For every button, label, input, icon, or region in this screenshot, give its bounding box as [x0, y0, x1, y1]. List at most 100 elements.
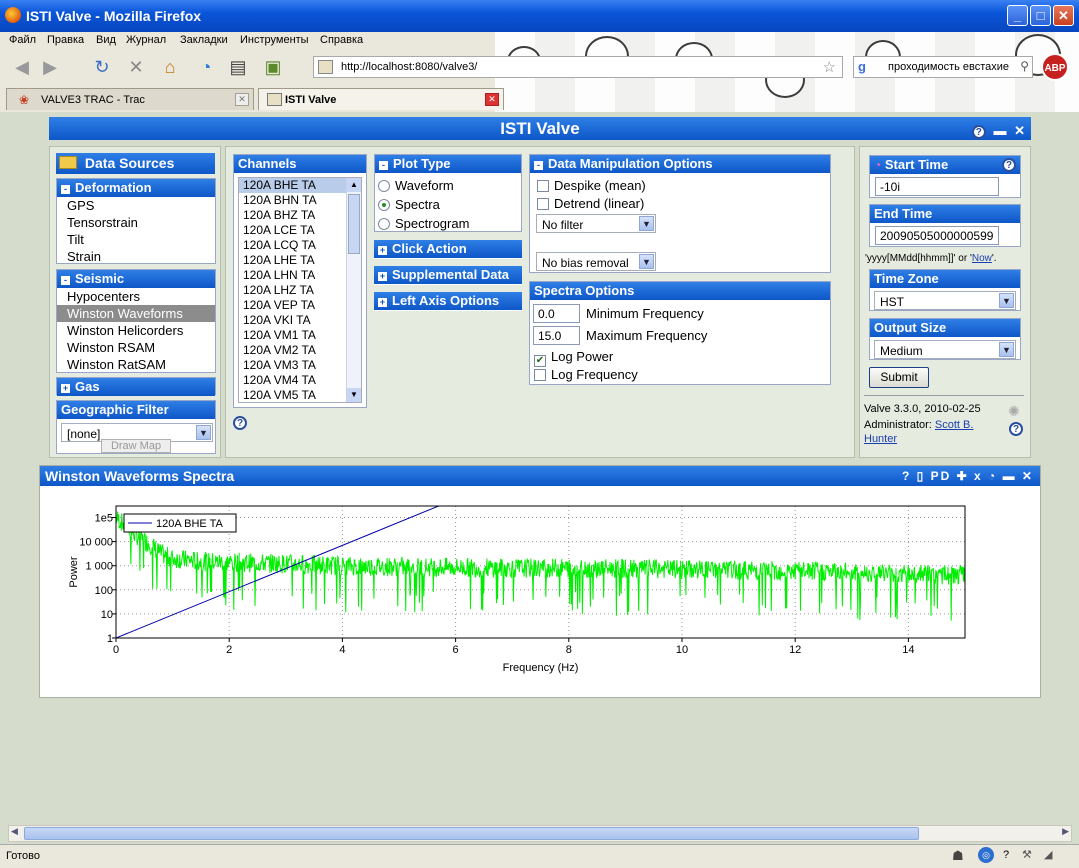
menu-edit[interactable]: Правка — [47, 34, 84, 46]
minimize-button[interactable]: _ — [1007, 5, 1028, 26]
collapse-icon[interactable]: - — [61, 276, 70, 285]
end-time-input[interactable]: 20090505000000599 — [875, 226, 999, 245]
channels-list[interactable]: 120A BHE TA 120A BHN TA 120A BHZ TA 120A… — [238, 177, 362, 403]
channel-item[interactable]: 120A LHN TA — [239, 268, 361, 283]
source-winston-helicorders[interactable]: Winston Helicorders — [57, 322, 215, 339]
menu-help[interactable]: Справка — [320, 34, 363, 46]
spectra-chart[interactable]: 0 2 4 6 8 10 12 14 1 10 100 1 000 10 000 1e5 120A BHE … — [40, 486, 1040, 696]
collapse-icon[interactable]: - — [61, 185, 70, 194]
min-frequency-input[interactable]: 0.0 — [533, 304, 580, 323]
menu-bookmarks[interactable]: Закладки — [180, 34, 228, 46]
help-icon[interactable]: ? — [1009, 422, 1023, 436]
scroll-thumb[interactable] — [348, 194, 360, 254]
draw-map-button[interactable]: Draw Map — [101, 439, 171, 453]
scroll-down-icon[interactable]: ▼ — [347, 388, 361, 402]
reload-icon[interactable]: ↻ — [90, 55, 114, 79]
source-winston-ratsam[interactable]: Winston RatSAM — [57, 356, 215, 373]
tab-isti-valve[interactable]: ISTI Valve ✕ — [258, 88, 504, 110]
max-frequency-input[interactable]: 15.0 — [533, 326, 580, 345]
menu-view[interactable]: Вид — [96, 34, 116, 46]
channel-item[interactable]: 120A LCE TA — [239, 223, 361, 238]
wot-icon[interactable]: ◎ — [978, 847, 994, 863]
stop-icon[interactable]: ✕ — [124, 55, 148, 79]
channel-item[interactable]: 120A LCQ TA — [239, 238, 361, 253]
output-size-select[interactable]: Medium ▼ — [874, 340, 1016, 359]
help-icon[interactable]: ? — [1002, 158, 1016, 172]
sidebar-icon[interactable]: ▣ — [261, 55, 285, 79]
channel-item[interactable]: 120A LHZ TA — [239, 283, 361, 298]
channel-item[interactable]: 120A LHE TA — [239, 253, 361, 268]
help-icon[interactable]: ? — [971, 125, 986, 139]
now-link[interactable]: Now — [972, 253, 992, 264]
channel-item[interactable]: 120A VM3 TA — [239, 358, 361, 373]
despike-checkbox[interactable]: Despike (mean) — [537, 178, 646, 193]
bookmark-star-icon[interactable]: ☆ — [823, 58, 836, 76]
scroll-thumb[interactable] — [24, 827, 919, 840]
close-window-button[interactable]: ✕ — [1053, 5, 1074, 26]
source-winston-rsam[interactable]: Winston RSAM — [57, 339, 215, 356]
minimize-icon[interactable]: ▬ — [993, 123, 1006, 138]
bias-removal-select[interactable]: No bias removal ▼ — [536, 252, 656, 271]
addon-icon[interactable]: ◔ — [194, 55, 218, 79]
click-action-section[interactable]: + Click Action — [374, 240, 522, 259]
left-axis-options-section[interactable]: + Left Axis Options — [374, 292, 522, 311]
channel-item[interactable]: 120A BHZ TA — [239, 208, 361, 223]
channel-item[interactable]: 120A VM5 TA — [239, 388, 361, 402]
log-frequency-checkbox[interactable]: Log Frequency — [534, 367, 638, 382]
tool-icon[interactable]: ⚒ — [1022, 848, 1032, 861]
menu-file[interactable]: Файл — [9, 34, 36, 46]
menu-tools[interactable]: Инструменты — [240, 34, 309, 46]
channel-item[interactable]: 120A BHN TA — [239, 193, 361, 208]
search-bar[interactable]: g проходимость евстахие ⚲ — [853, 56, 1033, 78]
filter-select[interactable]: No filter ▼ — [536, 214, 656, 233]
channel-item[interactable]: 120A VM2 TA — [239, 343, 361, 358]
help-icon[interactable]: ? — [233, 416, 247, 430]
channel-item[interactable]: 120A VM4 TA — [239, 373, 361, 388]
plot-type-spectrogram[interactable]: Spectrogram — [378, 214, 521, 233]
menu-history[interactable]: Журнал — [126, 34, 166, 46]
tab-close-icon[interactable]: ✕ — [235, 93, 249, 106]
maximize-button[interactable]: □ — [1030, 5, 1051, 26]
seismic-header[interactable]: - Seismic — [57, 270, 215, 288]
data-manipulation-header[interactable]: - Data Manipulation Options — [530, 155, 830, 173]
gas-header[interactable]: + Gas — [57, 378, 215, 396]
forward-icon[interactable]: ▶ — [38, 55, 62, 79]
print-icon[interactable]: ▤ — [226, 55, 250, 79]
scroll-right-icon[interactable]: ▶ — [1062, 826, 1069, 837]
deformation-header[interactable]: - Deformation — [57, 179, 215, 197]
channel-item[interactable]: 120A VM1 TA — [239, 328, 361, 343]
source-hypocenters[interactable]: Hypocenters — [57, 288, 215, 305]
channel-item[interactable]: 120A BHE TA — [239, 178, 361, 193]
plot-type-header[interactable]: - Plot Type — [375, 155, 521, 173]
plot-type-waveform[interactable]: Waveform — [378, 176, 521, 195]
addon-status-icon[interactable]: ☗ — [952, 848, 964, 864]
channel-item[interactable]: 120A VKI TA — [239, 313, 361, 328]
url-bar[interactable]: http://localhost:8080/valve3/ ☆ — [313, 56, 843, 78]
adblock-icon[interactable]: ABP — [1041, 53, 1069, 81]
source-tilt[interactable]: Tilt — [57, 231, 215, 248]
expand-icon[interactable]: + — [61, 384, 70, 393]
start-time-input[interactable]: -10i — [875, 177, 999, 196]
submit-button[interactable]: Submit — [869, 367, 929, 388]
tab-close-icon[interactable]: ✕ — [485, 93, 499, 106]
source-gps[interactable]: GPS — [57, 197, 215, 214]
scroll-up-icon[interactable]: ▲ — [347, 178, 361, 192]
back-icon[interactable]: ◀ — [10, 55, 34, 79]
plot-toolbar-icons[interactable]: ? ▯ PD ✚ x ◔ ▬ ✕ — [902, 466, 1034, 486]
detrend-checkbox[interactable]: Detrend (linear) — [537, 196, 644, 211]
question-icon[interactable]: ? — [1003, 849, 1009, 861]
time-zone-select[interactable]: HST ▼ — [874, 291, 1016, 310]
scroll-left-icon[interactable]: ◀ — [11, 826, 18, 837]
source-tensorstrain[interactable]: Tensorstrain — [57, 214, 215, 231]
source-winston-waveforms[interactable]: Winston Waveforms — [57, 305, 215, 322]
google-icon[interactable]: g — [858, 59, 866, 74]
channels-scrollbar[interactable]: ▲ ▼ — [346, 178, 361, 402]
close-icon[interactable]: ✕ — [1014, 123, 1025, 138]
magnifier-icon[interactable]: ⚲ — [1020, 59, 1029, 73]
channel-item[interactable]: 120A VEP TA — [239, 298, 361, 313]
supplemental-data-section[interactable]: + Supplemental Data — [374, 266, 522, 285]
horizontal-scrollbar[interactable]: ◀ ▶ — [8, 825, 1072, 842]
home-icon[interactable]: ⌂ — [158, 55, 182, 79]
plot-type-spectra[interactable]: Spectra — [378, 195, 521, 214]
log-power-checkbox[interactable]: ✔ Log Power — [534, 349, 613, 367]
